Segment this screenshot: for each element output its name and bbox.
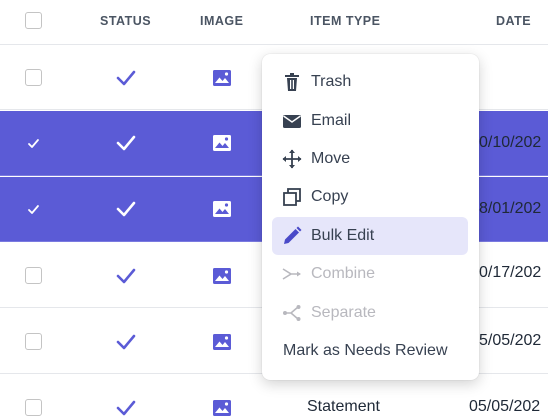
- check-icon: [116, 400, 136, 416]
- row-checkbox[interactable]: [25, 135, 42, 152]
- row-date: 0/17/202: [479, 264, 542, 281]
- column-header-date[interactable]: DATE: [496, 14, 531, 28]
- menu-item-label: Mark as Needs Review: [283, 342, 448, 359]
- pencil-icon: [284, 226, 302, 244]
- menu-item-label: Trash: [311, 73, 352, 90]
- column-header-status[interactable]: STATUS: [100, 14, 151, 28]
- check-icon: [116, 268, 136, 284]
- menu-item-label: Separate: [311, 304, 376, 321]
- row-date: 05/05/202: [469, 398, 541, 415]
- menu-item-combine[interactable]: Combine: [272, 255, 468, 293]
- menu-item-label: Move: [311, 150, 351, 167]
- checkbox-check-icon: [28, 139, 39, 148]
- image-icon[interactable]: [212, 333, 232, 351]
- select-all-checkbox[interactable]: [25, 12, 42, 29]
- copy-icon: [283, 188, 301, 206]
- column-header-image[interactable]: IMAGE: [200, 14, 243, 28]
- menu-item-label: Bulk Edit: [311, 227, 375, 244]
- menu-item-email[interactable]: Email: [272, 102, 468, 140]
- check-icon: [116, 334, 136, 350]
- checkbox-check-icon: [28, 205, 39, 214]
- row-date: 5/05/202: [479, 332, 542, 349]
- image-icon[interactable]: [212, 200, 232, 218]
- row-checkbox[interactable]: [25, 333, 42, 350]
- move-arrows-icon: [282, 149, 302, 169]
- image-icon[interactable]: [212, 69, 232, 87]
- image-icon[interactable]: [212, 134, 232, 152]
- check-icon: [116, 201, 136, 217]
- menu-item-trash[interactable]: Trash: [272, 63, 468, 101]
- context-menu: Trash Email Move Copy Bulk Edit Combine …: [262, 54, 479, 380]
- row-checkbox[interactable]: [25, 69, 42, 86]
- menu-item-bulk-edit[interactable]: Bulk Edit: [272, 217, 468, 255]
- trash-icon: [285, 73, 299, 91]
- table-header: STATUS IMAGE ITEM TYPE DATE: [0, 0, 548, 45]
- combine-icon: [282, 268, 301, 280]
- row-checkbox[interactable]: [25, 399, 42, 416]
- table-row[interactable]: Statement 05/05/202: [0, 375, 548, 417]
- split-icon: [283, 305, 301, 321]
- row-date: 0/10/202: [479, 134, 542, 151]
- menu-item-label: Combine: [311, 265, 376, 282]
- row-checkbox[interactable]: [25, 267, 42, 284]
- row-checkbox[interactable]: [25, 201, 42, 218]
- menu-item-copy[interactable]: Copy: [272, 178, 468, 216]
- row-date: 8/01/202: [479, 200, 542, 217]
- column-header-item-type[interactable]: ITEM TYPE: [310, 14, 380, 28]
- row-item-type: Statement: [307, 398, 380, 415]
- envelope-icon: [283, 115, 301, 128]
- menu-item-label: Email: [311, 112, 352, 129]
- image-icon[interactable]: [212, 399, 232, 417]
- image-icon[interactable]: [212, 267, 232, 285]
- menu-item-separate[interactable]: Separate: [272, 294, 468, 332]
- check-icon: [116, 70, 136, 86]
- menu-item-move[interactable]: Move: [272, 140, 468, 178]
- menu-item-label: Copy: [311, 188, 349, 205]
- menu-item-mark-needs-review[interactable]: Mark as Needs Review: [272, 332, 468, 370]
- check-icon: [116, 135, 136, 151]
